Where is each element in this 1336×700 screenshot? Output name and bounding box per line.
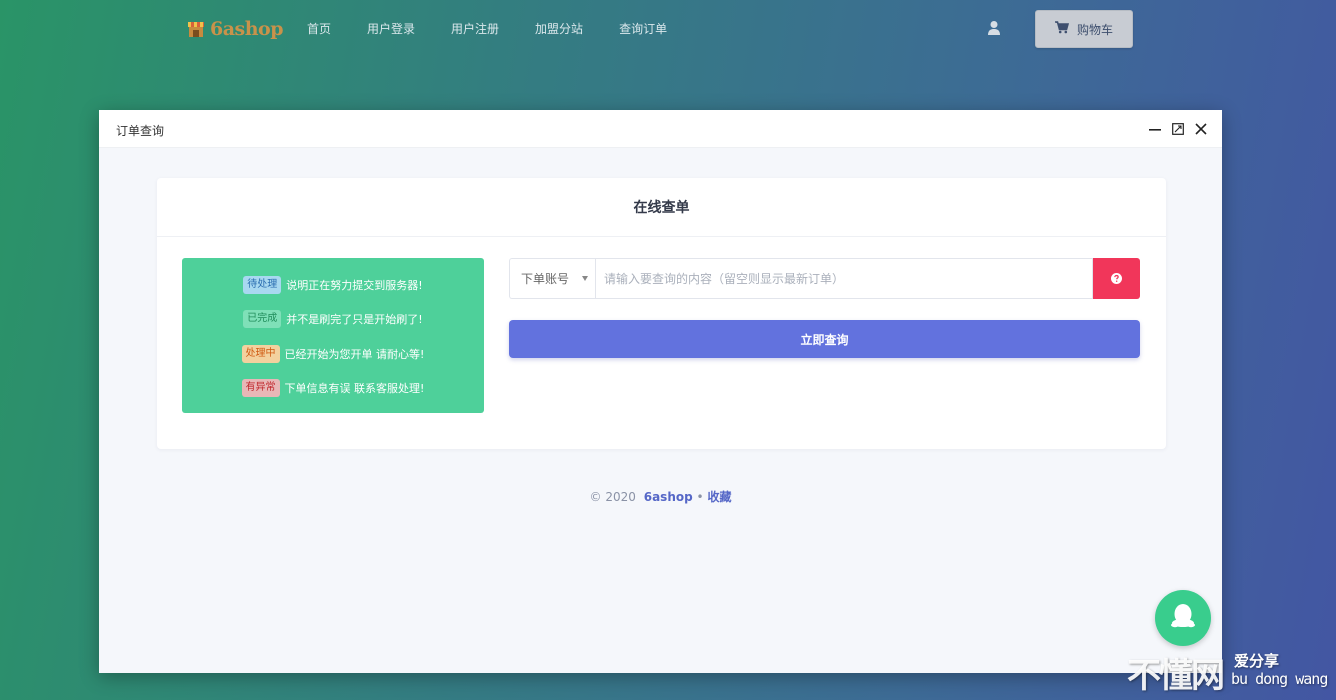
footer-separator: • [696, 490, 704, 504]
favorite-link[interactable]: 收藏 [707, 490, 731, 504]
help-button[interactable] [1093, 258, 1140, 299]
user-icon[interactable] [987, 20, 1001, 36]
nav-home[interactable]: 首页 [307, 20, 331, 37]
order-query-modal: 订单查询 在线查单 待处理 说明正在努力提交到服务器! 已完成 并不是刷完了只是… [99, 110, 1222, 673]
watermark: 不懂网 爱分享 bu dong wang [1127, 648, 1336, 700]
query-input[interactable] [595, 258, 1093, 299]
top-navbar: 6ashop 首页 用户登录 用户注册 加盟分站 查询订单 购物车 [0, 0, 1336, 58]
nav-login[interactable]: 用户登录 [367, 20, 415, 37]
status-row-pending: 待处理 说明正在努力提交到服务器! [182, 274, 484, 295]
status-desc: 已经开始为您开单 请耐心等! [284, 347, 425, 361]
modal-title: 订单查询 [116, 124, 165, 138]
question-circle-icon [1111, 269, 1122, 288]
status-desc: 说明正在努力提交到服务器! [286, 278, 423, 292]
watermark-slogan: 爱分享 [1234, 652, 1280, 670]
status-badge: 处理中 [241, 344, 280, 363]
footer-copyright: © 2020 [589, 490, 636, 504]
status-desc: 下单信息有误 联系客服处理! [284, 382, 425, 395]
query-type-value: 下单账号 [521, 272, 570, 286]
cart-button[interactable]: 购物车 [1035, 10, 1133, 48]
close-icon[interactable] [1194, 122, 1208, 136]
query-input-group: 下单账号 [509, 258, 1140, 299]
card-title: 在线查单 [633, 200, 690, 216]
nav-order-query[interactable]: 查询订单 [619, 20, 667, 37]
nav-register[interactable]: 用户注册 [451, 20, 499, 37]
query-card: 在线查单 待处理 说明正在努力提交到服务器! 已完成 并不是刷完了只是开始刷了!… [157, 178, 1166, 449]
cart-label: 购物车 [1076, 22, 1113, 37]
qq-penguin-icon [1169, 601, 1197, 635]
brand-name: 6ashop [210, 18, 284, 40]
footer-brand-link[interactable]: 6ashop [644, 490, 693, 504]
status-badge: 有异常 [241, 379, 280, 397]
window-controls [1148, 122, 1208, 136]
nav-menu: 首页 用户登录 用户注册 加盟分站 查询订单 [307, 20, 703, 37]
caret-down-icon [582, 276, 588, 281]
card-header: 在线查单 [157, 178, 1166, 237]
status-legend-panel: 待处理 说明正在努力提交到服务器! 已完成 并不是刷完了只是开始刷了! 处理中 … [182, 258, 484, 413]
status-row-processing: 处理中 已经开始为您开单 请耐心等! [182, 343, 484, 364]
qq-chat-button[interactable] [1155, 590, 1211, 646]
status-badge: 已完成 [243, 310, 282, 328]
maximize-icon[interactable] [1171, 122, 1185, 136]
status-desc: 并不是刷完了只是开始刷了! [286, 313, 423, 326]
watermark-pinyin: bu dong wang [1231, 670, 1328, 688]
footer: © 2020 6ashop • 收藏 [99, 488, 1222, 505]
query-type-select[interactable]: 下单账号 [509, 258, 595, 299]
brand-logo[interactable]: 6ashop [186, 16, 284, 42]
shop-awning-icon [186, 19, 206, 39]
modal-header: 订单查询 [99, 110, 1222, 148]
status-row-error: 有异常 下单信息有误 联系客服处理! [182, 378, 484, 399]
cart-icon [1054, 21, 1070, 37]
minimize-icon[interactable] [1148, 122, 1162, 136]
submit-query-button[interactable]: 立即查询 [509, 320, 1140, 358]
nav-franchise[interactable]: 加盟分站 [535, 20, 583, 37]
status-badge: 待处理 [243, 275, 282, 294]
status-row-done: 已完成 并不是刷完了只是开始刷了! [182, 309, 484, 330]
watermark-big-text: 不懂网 [1127, 656, 1225, 696]
